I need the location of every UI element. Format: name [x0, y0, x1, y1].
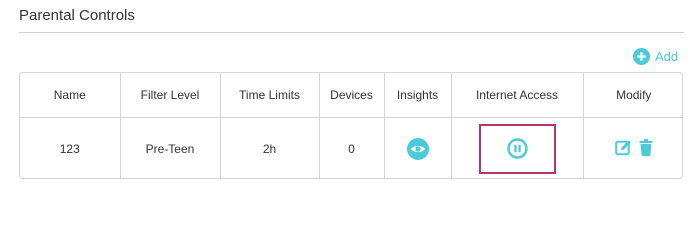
column-header-filter-level: Filter Level — [120, 73, 221, 118]
column-header-devices: Devices — [319, 73, 385, 118]
cell-insights — [384, 117, 452, 178]
add-button[interactable]: Add — [633, 47, 678, 65]
eye-icon[interactable] — [406, 137, 429, 160]
cell-filter-level: Pre-Teen — [120, 117, 221, 178]
cell-time-limits: 2h — [220, 117, 320, 178]
pause-icon[interactable] — [506, 138, 528, 159]
parental-controls-table: Name Filter Level Time Limits Devices In… — [19, 72, 683, 179]
column-header-insights: Insights — [384, 73, 452, 118]
cell-internet-access — [451, 117, 584, 178]
table-row: 123 Pre-Teen 2h 0 — [20, 117, 682, 179]
internet-access-highlight — [478, 123, 556, 174]
parental-controls-panel: Parental Controls Add Name Filter Level … — [0, 0, 689, 208]
table-header-row: Name Filter Level Time Limits Devices In… — [20, 73, 682, 118]
modify-actions — [614, 138, 653, 156]
cell-modify — [583, 118, 682, 179]
cell-devices: 0 — [319, 117, 385, 178]
cell-name: 123 — [20, 117, 121, 178]
add-button-label: Add — [655, 48, 679, 64]
plus-circle-icon — [633, 47, 650, 65]
column-header-time-limits: Time Limits — [220, 73, 320, 118]
column-header-modify: Modify — [583, 73, 682, 118]
column-header-name: Name — [20, 73, 121, 118]
title-divider — [19, 32, 684, 33]
column-header-internet-access: Internet Access — [451, 73, 584, 118]
section-title: Parental Controls — [19, 7, 135, 24]
edit-icon[interactable] — [614, 139, 632, 156]
trash-icon[interactable] — [639, 138, 653, 156]
